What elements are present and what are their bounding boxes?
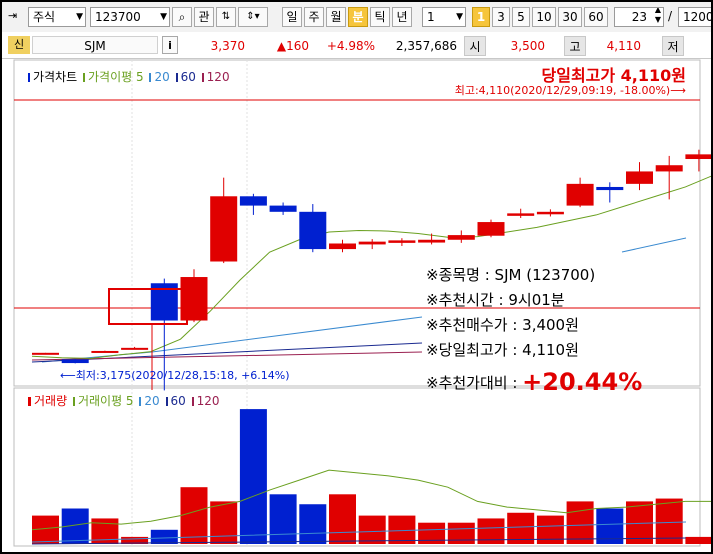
candle-body <box>91 350 119 353</box>
candle-body <box>239 196 267 206</box>
price-ma20-line <box>41 316 423 363</box>
legend-marker <box>28 397 31 406</box>
candle-body <box>626 171 653 184</box>
candle-body <box>507 213 535 216</box>
volume-bar <box>388 515 416 544</box>
candle-body <box>32 352 59 355</box>
volume-bar <box>566 501 594 544</box>
candle-body <box>536 211 564 215</box>
volume-bar <box>239 409 267 544</box>
price-ma20-line-extension <box>621 237 687 253</box>
chart-window: ⇥ 주식 ▼ 123700 ▼ ⌕ 관 ⇅ ⇕▾ 일 주 월 분 틱 년 1 ▼… <box>0 0 713 554</box>
info-return: ※추천가대비 : +20.44% <box>426 368 642 396</box>
day-low-annotation: ⟵최저:3,175(2020/12/28,15:18, +6.14%) <box>60 369 290 382</box>
candle-body <box>477 222 505 236</box>
legend-marker <box>72 397 75 406</box>
volume-legend: 거래량 거래이평 5 20 60 120 <box>28 392 220 409</box>
candle-body <box>210 196 238 262</box>
price-legend: 가격차트 가격이평 5 20 60 120 <box>28 68 230 85</box>
info-return-value: +20.44% <box>522 368 643 396</box>
candle-body <box>388 240 416 243</box>
volume-ma60-label: 60 <box>170 394 186 408</box>
info-recommend-price: ※추천매수가 : 3,400원 <box>426 316 579 334</box>
info-stock-name: ※종목명 : SJM (123700) <box>426 266 596 284</box>
price-panel-frame <box>13 59 701 387</box>
candle-body <box>447 235 475 240</box>
info-return-label: ※추천가대비 : <box>426 374 523 392</box>
volume-bar <box>655 498 683 544</box>
volume-ma5-label: 거래이평 5 <box>77 394 134 408</box>
candle-body <box>418 239 446 243</box>
day-high-detail: 최고:4,110(2020/12/29,09:19, -18.00%)⟶ <box>454 84 686 97</box>
candle-body <box>596 186 624 191</box>
legend-marker <box>191 397 194 406</box>
volume-bar <box>329 494 356 544</box>
candle-body <box>685 154 711 160</box>
candle-body <box>269 205 297 212</box>
legend-marker <box>28 73 30 82</box>
volume-bar <box>210 501 238 544</box>
volume-bar <box>299 504 327 544</box>
candle-body <box>180 277 208 321</box>
volume-bar <box>269 494 297 544</box>
candle-body <box>655 165 683 172</box>
price-ma5-label: 가격이평 5 <box>88 70 144 84</box>
volume-bar <box>180 487 208 544</box>
candle-body <box>329 243 356 250</box>
legend-marker <box>165 397 168 406</box>
legend-marker <box>139 397 142 406</box>
price-legend-title: 가격차트 <box>33 70 78 84</box>
price-ma60-label: 60 <box>180 70 196 84</box>
candle-body <box>121 347 149 350</box>
info-recommend-time: ※추천시간 : 9시01분 <box>426 291 565 309</box>
volume-bar <box>150 529 178 544</box>
volume-ma120-label: 120 <box>196 394 220 408</box>
legend-marker <box>83 73 85 82</box>
legend-marker <box>175 73 178 82</box>
candle-body <box>61 359 89 364</box>
candle-body <box>566 183 594 206</box>
legend-marker <box>201 73 204 82</box>
volume-legend-title: 거래량 <box>34 394 68 408</box>
price-ma20-label: 20 <box>154 70 170 84</box>
candle-body <box>299 211 327 250</box>
volume-bar <box>358 515 386 544</box>
volume-bar <box>685 536 711 544</box>
candle-body <box>358 241 386 245</box>
price-ma5-line <box>31 175 711 359</box>
volume-ma20-label: 20 <box>144 394 160 408</box>
legend-marker <box>149 73 152 82</box>
info-day-high: ※당일최고가 : 4,110원 <box>426 341 579 359</box>
volume-bar <box>447 522 475 544</box>
price-ma120-label: 120 <box>206 70 230 84</box>
